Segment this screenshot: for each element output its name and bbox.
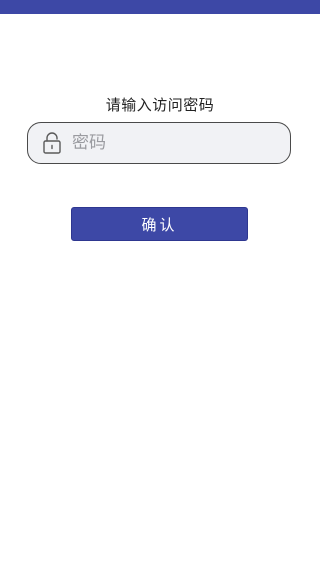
password-field[interactable] — [27, 122, 291, 164]
lock-icon — [42, 132, 62, 154]
password-input[interactable] — [72, 133, 291, 153]
password-prompt: 请输入访问密码 — [105, 96, 215, 114]
status-bar — [0, 0, 320, 14]
confirm-button[interactable]: 确认 — [71, 207, 248, 241]
